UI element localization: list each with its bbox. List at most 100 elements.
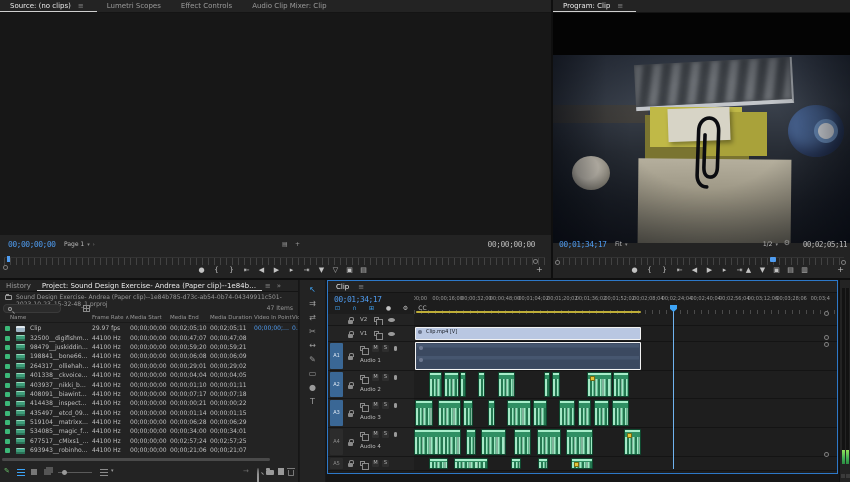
audio-clip[interactable] bbox=[498, 372, 515, 397]
scroll-handle[interactable] bbox=[824, 342, 829, 347]
project-row[interactable]: 414438__inspectorj__light-44100 Hz00;00;… bbox=[0, 399, 298, 408]
project-row[interactable]: 98479__juskiddink__flock-o44100 Hz00;00;… bbox=[0, 343, 298, 352]
col-name[interactable]: Name bbox=[0, 315, 92, 321]
track-id[interactable]: V1 bbox=[360, 331, 367, 337]
source-patch-a1[interactable]: A1 bbox=[330, 343, 343, 369]
zoom-level-select[interactable]: Fit ▾ bbox=[615, 241, 628, 248]
audio-clip[interactable] bbox=[552, 372, 560, 397]
audio-clip[interactable] bbox=[538, 458, 548, 469]
delete-icon[interactable] bbox=[288, 470, 294, 476]
source-page-select[interactable]: Page 1 ▾ › bbox=[64, 241, 95, 248]
program-scroll-handle-left[interactable] bbox=[555, 260, 560, 265]
track-label[interactable]: Audio 4 bbox=[360, 444, 381, 450]
add-marker-button[interactable]: ● bbox=[196, 265, 207, 275]
project-row[interactable]: 677517__cMixs1__cbs-news44100 Hz00;00;00… bbox=[0, 437, 298, 446]
project-row[interactable]: 403937__nikki_bass__sigh-44100 Hz00;00;0… bbox=[0, 380, 298, 389]
extract-button[interactable]: ▼ bbox=[757, 265, 768, 275]
audio-clip[interactable] bbox=[571, 458, 593, 469]
scroll-handle[interactable] bbox=[824, 452, 829, 457]
lift-button[interactable]: ▲ bbox=[743, 265, 754, 275]
project-row[interactable]: 32500__digifishmusic__crou44100 Hz00;00;… bbox=[0, 333, 298, 342]
project-row[interactable]: 435497__etcd_09__car-hor44100 Hz00;00;00… bbox=[0, 409, 298, 418]
comparison-view-button[interactable]: ▤ bbox=[785, 265, 796, 275]
audio-clip[interactable] bbox=[559, 400, 575, 426]
zoom-slider[interactable] bbox=[58, 472, 92, 473]
search-input[interactable] bbox=[3, 304, 61, 313]
source-playhead[interactable] bbox=[7, 256, 10, 262]
audio-clip[interactable] bbox=[514, 429, 531, 455]
go-to-in-button[interactable]: ⇤ bbox=[674, 265, 685, 275]
audio-clip[interactable] bbox=[438, 400, 461, 426]
tab-overflow-icon[interactable]: » bbox=[274, 280, 284, 291]
audio-clip[interactable] bbox=[544, 372, 550, 397]
col-video-in-point[interactable]: Video In Point bbox=[254, 315, 292, 321]
audio-clip[interactable] bbox=[444, 372, 459, 397]
video-clip[interactable]: Clip.mp4 [V] bbox=[415, 327, 641, 340]
sync-lock-icon[interactable] bbox=[360, 432, 365, 437]
track-id[interactable]: V2 bbox=[360, 317, 367, 323]
add-button[interactable]: + bbox=[295, 241, 300, 248]
freeform-view-button[interactable] bbox=[44, 469, 51, 475]
drag-video-audio-button[interactable]: ▤ bbox=[358, 265, 369, 275]
source-patch-a4[interactable]: A4 bbox=[330, 429, 343, 455]
program-timecode[interactable]: 00;01;34;17 bbox=[559, 240, 606, 249]
linked-audio-clip[interactable] bbox=[415, 342, 641, 370]
tab-project[interactable]: Project: Sound Design Exercise- Andrea (… bbox=[37, 280, 262, 291]
track-lane-a3[interactable] bbox=[414, 399, 837, 428]
col-media-duration[interactable]: Media Duration bbox=[210, 315, 254, 321]
step-back-button[interactable]: ◀ bbox=[256, 265, 267, 275]
source-scrub-ruler[interactable] bbox=[4, 257, 545, 265]
sync-lock-icon[interactable] bbox=[360, 461, 365, 466]
audio-clip[interactable] bbox=[537, 429, 561, 455]
mark-in-button[interactable]: { bbox=[644, 265, 655, 275]
audio-clip[interactable] bbox=[594, 400, 609, 426]
voiceover-mic-icon[interactable] bbox=[394, 375, 397, 380]
tab-audio-clip-mixer[interactable]: Audio Clip Mixer: Clip bbox=[242, 0, 336, 12]
mute-button[interactable]: M bbox=[372, 374, 379, 381]
audio-clip[interactable] bbox=[488, 400, 495, 426]
project-row[interactable]: 198841__bone666138__an44100 Hz00;00;00;0… bbox=[0, 352, 298, 361]
project-row[interactable]: 401338__ckvoicesover__yaw44100 Hz00;00;0… bbox=[0, 371, 298, 380]
add-marker-icon[interactable]: ● bbox=[383, 304, 394, 314]
audio-clip[interactable] bbox=[429, 372, 442, 397]
step-forward-button[interactable]: ▸ bbox=[719, 265, 730, 275]
audio-clip[interactable] bbox=[533, 400, 547, 426]
rectangle-tool[interactable]: ▭ bbox=[306, 369, 319, 378]
solo-button[interactable]: S bbox=[382, 431, 389, 438]
program-scrub-ruler[interactable] bbox=[557, 257, 844, 265]
track-label[interactable]: Audio 1 bbox=[360, 358, 381, 364]
tab-effect-controls[interactable]: Effect Controls bbox=[171, 0, 242, 12]
mute-button[interactable]: M bbox=[372, 460, 379, 467]
project-row[interactable]: 408091__biawinter__yawn-44100 Hz00;00;00… bbox=[0, 390, 298, 399]
button-editor-plus[interactable]: + bbox=[837, 265, 844, 274]
hand-tool[interactable]: ● bbox=[306, 383, 319, 392]
mark-out-button[interactable]: } bbox=[226, 265, 237, 275]
type-tool[interactable]: T bbox=[306, 397, 319, 406]
sort-icon[interactable] bbox=[100, 469, 108, 476]
sync-lock-icon[interactable] bbox=[374, 317, 379, 322]
search-bin-icon[interactable] bbox=[83, 305, 90, 312]
timeline-timecode[interactable]: 00;01;34;17 bbox=[334, 295, 381, 304]
source-timecode[interactable]: 00;00;00;00 bbox=[8, 240, 55, 249]
scroll-handle[interactable] bbox=[824, 311, 829, 316]
display-settings-icon[interactable]: ▤ bbox=[282, 241, 288, 248]
scroll-handle[interactable] bbox=[824, 335, 829, 340]
linked-selection-icon[interactable]: ⊞ bbox=[366, 304, 377, 314]
audio-clip[interactable] bbox=[415, 400, 433, 426]
panel-menu-icon[interactable]: ≡ bbox=[75, 2, 87, 10]
export-frame-button[interactable]: ▣ bbox=[771, 265, 782, 275]
tab-source[interactable]: Source: (no clips) ≡ bbox=[0, 0, 97, 12]
lock-icon[interactable] bbox=[348, 334, 353, 338]
project-row[interactable]: Clip29.97 fps00;00;00;0000;02;05;1000;02… bbox=[0, 324, 298, 333]
panel-menu-icon[interactable]: ≡ bbox=[614, 2, 626, 10]
program-playhead[interactable] bbox=[770, 257, 776, 262]
panel-menu-icon[interactable]: ≡ bbox=[355, 283, 367, 291]
audio-clip[interactable] bbox=[478, 372, 485, 397]
sync-lock-icon[interactable] bbox=[374, 331, 379, 336]
ripple-edit-tool[interactable]: ⇄ bbox=[306, 313, 319, 322]
voiceover-mic-icon[interactable] bbox=[394, 432, 397, 437]
audio-clip[interactable] bbox=[613, 372, 629, 397]
tab-lumetri-scopes[interactable]: Lumetri Scopes bbox=[97, 0, 171, 12]
track-lane-a4[interactable] bbox=[414, 428, 837, 457]
pen-tool[interactable]: ✎ bbox=[306, 355, 319, 364]
